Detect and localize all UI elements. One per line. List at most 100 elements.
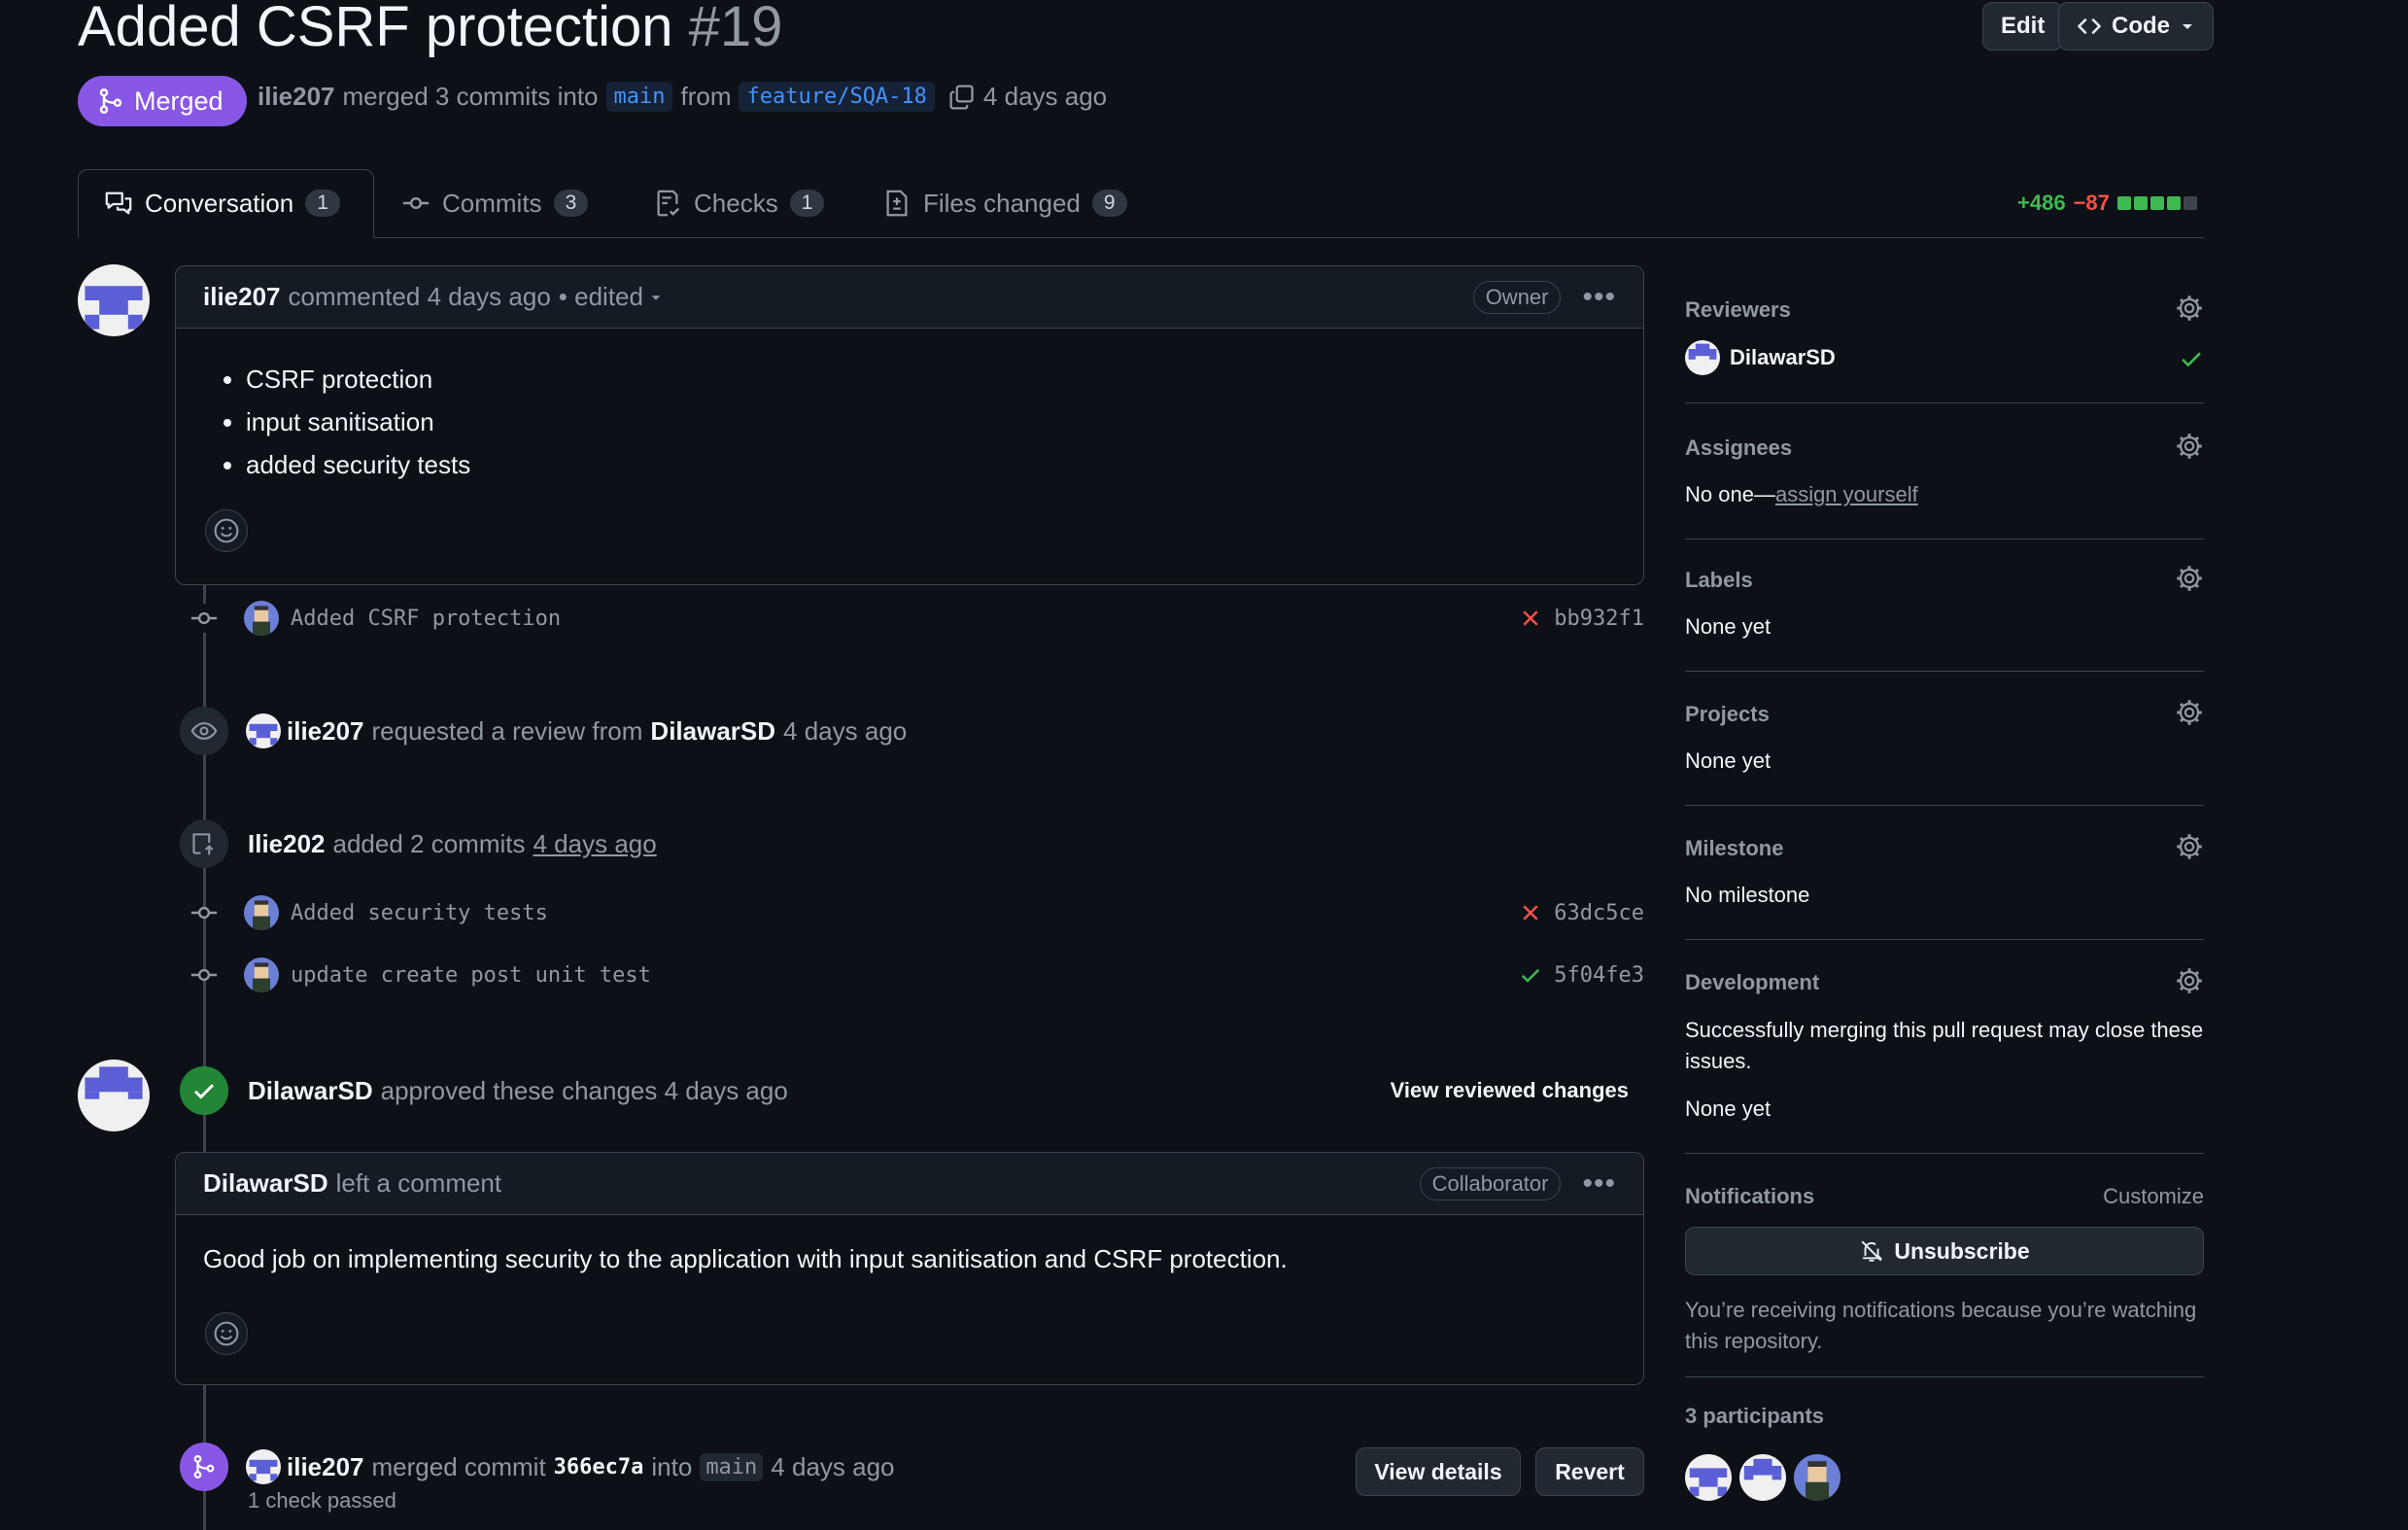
event-actor[interactable]: Ilie202 <box>248 829 326 859</box>
commit-avatar[interactable] <box>244 895 279 930</box>
avatar[interactable] <box>246 713 281 748</box>
git-commit-icon <box>189 960 219 990</box>
tab-commits-count: 3 <box>553 190 589 217</box>
gear-icon[interactable] <box>2175 966 2204 995</box>
tab-checks-label: Checks <box>694 188 778 218</box>
smiley-icon <box>213 517 240 544</box>
commit-message[interactable]: Added security tests <box>291 901 548 925</box>
add-reaction-button[interactable] <box>205 1312 248 1355</box>
avatar[interactable] <box>78 1060 150 1131</box>
reviewer-name: DilawarSD <box>1730 345 1836 369</box>
tab-conversation-count: 1 <box>305 190 340 217</box>
tab-files-changed[interactable]: Files changed 9 <box>882 169 1127 237</box>
added-commits-event: Ilie202 added 2 commits 4 days ago <box>180 818 657 869</box>
assignees-section: Assignees No one—assign yourself <box>1685 432 2204 539</box>
event-time-link[interactable]: 4 days ago <box>533 829 657 859</box>
commit-row: Added CSRF protection bb932f1 <box>189 599 1644 638</box>
head-branch[interactable]: feature/SQA-18 <box>739 82 935 112</box>
author-link[interactable]: ilie207 <box>258 82 335 112</box>
check-icon[interactable] <box>1519 963 1542 987</box>
avatar[interactable] <box>78 264 150 336</box>
revert-button[interactable]: Revert <box>1535 1447 1644 1496</box>
customize-link[interactable]: Customize <box>2103 1184 2204 1209</box>
caret-down-icon[interactable] <box>649 291 663 304</box>
labels-heading: Labels <box>1685 568 1753 592</box>
event-time: 4 days ago <box>783 715 908 746</box>
tab-files-changed-label: Files changed <box>923 188 1081 218</box>
event-actor[interactable]: ilie207 <box>287 716 364 747</box>
tab-checks[interactable]: Checks 1 <box>653 169 825 237</box>
page-title: Added CSRF protection #19 <box>78 0 782 59</box>
assignees-prefix: No one— <box>1685 482 1775 506</box>
notifications-desc: You’re receiving notifications because y… <box>1685 1298 2197 1353</box>
view-reviewed-changes-link[interactable]: View reviewed changes <box>1391 1078 1629 1103</box>
participant-avatar[interactable] <box>1685 1454 1732 1501</box>
kebab-icon[interactable]: ••• <box>1582 281 1616 314</box>
reviewer-item[interactable]: DilawarSD <box>1685 340 1836 375</box>
commit-message[interactable]: Added CSRF protection <box>291 607 561 631</box>
event-text: merged commit <box>371 1451 546 1481</box>
commit-message[interactable]: update create post unit test <box>291 963 651 988</box>
edited-dropdown[interactable]: • edited <box>559 282 643 312</box>
participant-avatar[interactable] <box>1794 1454 1840 1501</box>
assign-yourself-link[interactable]: assign yourself <box>1775 482 1918 506</box>
gear-icon[interactable] <box>2175 432 2204 461</box>
commit-avatar[interactable] <box>244 957 279 992</box>
gear-icon[interactable] <box>2175 698 2204 727</box>
assignees-heading: Assignees <box>1685 435 1793 460</box>
merged-label: Merged <box>134 86 224 116</box>
event-into: into <box>651 1451 693 1481</box>
x-icon[interactable] <box>1519 607 1542 630</box>
x-icon[interactable] <box>1519 901 1542 924</box>
approval-event: DilawarSD approved these changes 4 days … <box>180 1065 1644 1116</box>
gear-icon[interactable] <box>2175 832 2204 861</box>
notifications-heading: Notifications <box>1685 1184 1815 1208</box>
checklist-icon <box>653 189 682 218</box>
reviewers-section: Reviewers DilawarSD <box>1685 294 2204 403</box>
list-item: added security tests <box>246 443 1643 486</box>
tab-commits[interactable]: Commits 3 <box>401 169 589 237</box>
comment-meta: left a comment <box>335 1168 502 1198</box>
copy-icon[interactable] <box>948 84 976 111</box>
merge-branch[interactable]: main <box>700 1452 764 1481</box>
tab-conversation-label: Conversation <box>145 188 294 218</box>
add-reaction-button[interactable] <box>205 509 248 552</box>
git-commit-icon <box>189 604 219 633</box>
check-icon <box>180 1066 228 1115</box>
participant-avatar[interactable] <box>1739 1454 1786 1501</box>
edit-button[interactable]: Edit <box>1982 2 2064 51</box>
commit-sha[interactable]: 5f04fe3 <box>1554 963 1644 988</box>
projects-section: Projects None yet <box>1685 698 2204 806</box>
event-reviewer[interactable]: DilawarSD <box>650 716 775 747</box>
commit-sha[interactable]: bb932f1 <box>1554 607 1644 631</box>
diff-stat: +486 −87 <box>2017 191 2200 216</box>
review-comment: DilawarSD left a comment Collaborator ••… <box>175 1152 1644 1385</box>
base-branch[interactable]: main <box>605 82 673 112</box>
view-details-button[interactable]: View details <box>1356 1447 1521 1496</box>
avatar[interactable] <box>246 1449 281 1484</box>
diff-additions: +486 <box>2017 191 2066 215</box>
pr-description-comment: ilie207 commented 4 days ago • edited Ow… <box>175 265 1644 585</box>
gear-icon[interactable] <box>2175 294 2204 323</box>
event-actor[interactable]: DilawarSD <box>248 1076 373 1106</box>
kebab-icon[interactable]: ••• <box>1582 1167 1616 1200</box>
avatar <box>1685 340 1720 375</box>
checks-status[interactable]: 1 check passed <box>248 1488 396 1513</box>
git-commit-icon <box>401 189 430 218</box>
owner-badge: Owner <box>1472 280 1562 314</box>
commit-sha[interactable]: 63dc5ce <box>1554 901 1644 925</box>
file-diff-icon <box>882 189 912 218</box>
merge-commit-sha[interactable]: 366ec7a <box>554 1455 644 1479</box>
unsubscribe-button[interactable]: Unsubscribe <box>1685 1227 2204 1275</box>
code-button-label: Code <box>2112 13 2170 39</box>
collaborator-badge: Collaborator <box>1419 1166 1562 1200</box>
code-button[interactable]: Code <box>2058 2 2214 51</box>
event-actor[interactable]: ilie207 <box>287 1452 364 1482</box>
tab-conversation[interactable]: Conversation 1 <box>78 169 374 238</box>
commit-avatar[interactable] <box>244 601 279 636</box>
gear-icon[interactable] <box>2175 564 2204 593</box>
git-merge-icon <box>180 1443 228 1491</box>
comment-header: DilawarSD left a comment Collaborator ••… <box>176 1153 1643 1215</box>
comment-author[interactable]: DilawarSD <box>203 1168 328 1199</box>
comment-author[interactable]: ilie207 <box>203 282 281 312</box>
